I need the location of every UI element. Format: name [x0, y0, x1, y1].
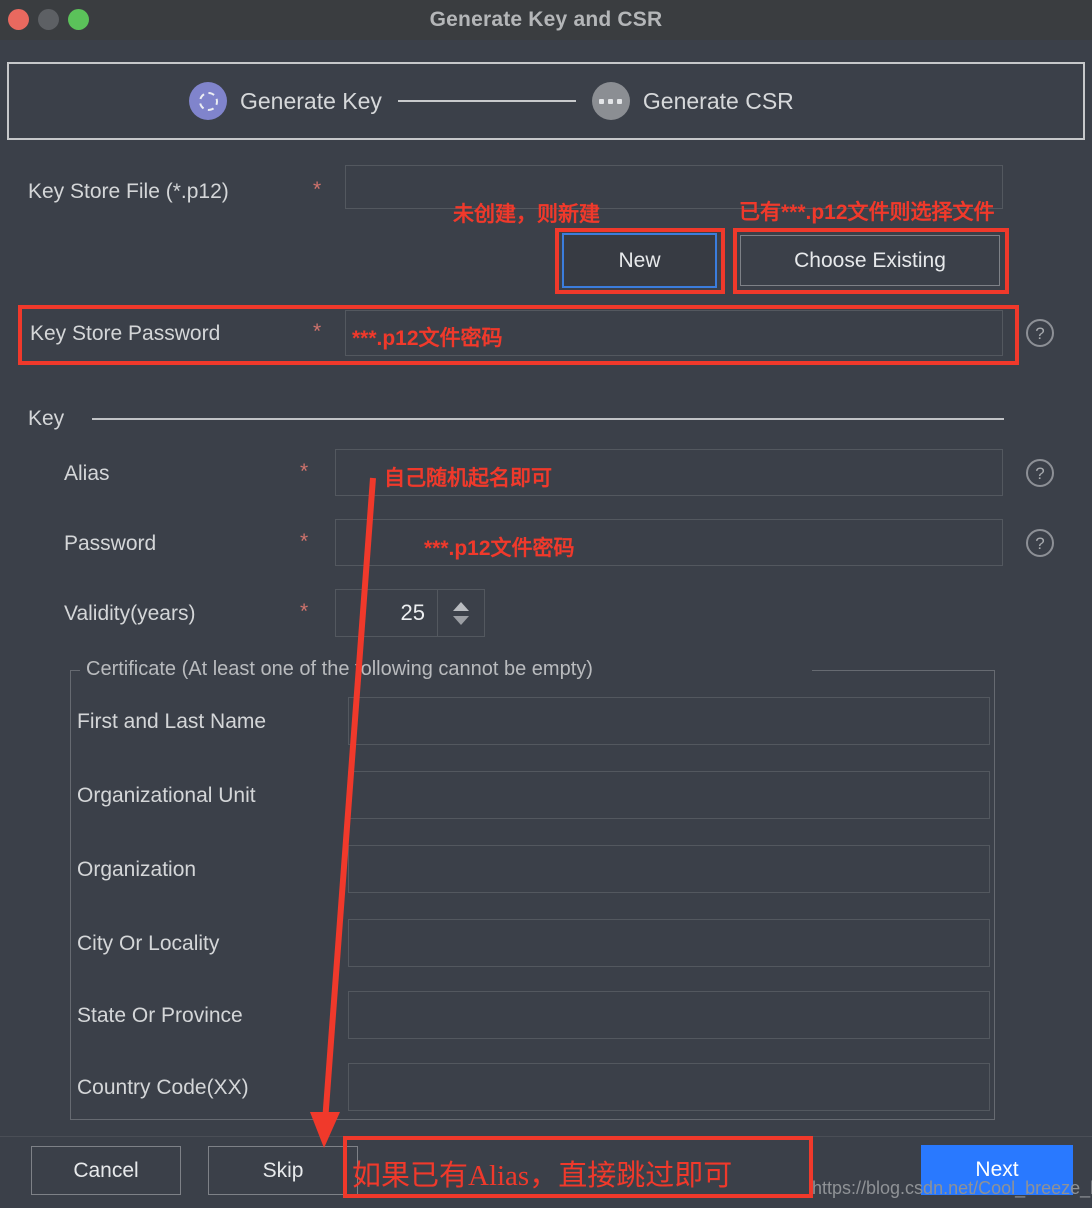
- city-or-locality-label: City Or Locality: [77, 932, 220, 955]
- organization-input[interactable]: [348, 845, 990, 893]
- window-title: Generate Key and CSR: [429, 8, 663, 31]
- watermark-url: https://blog.csdn.net/Cool_breeze_bin: [812, 1178, 1092, 1198]
- step-generate-csr[interactable]: Generate CSR: [591, 82, 794, 120]
- new-button[interactable]: New: [562, 233, 717, 288]
- city-or-locality-input[interactable]: [348, 919, 990, 967]
- generate-key-and-csr-dialog: Generate Key and CSR Generate Key Genera…: [0, 0, 1092, 1208]
- wizard-stepper: Generate Key Generate CSR: [7, 62, 1085, 140]
- first-last-name-input[interactable]: [348, 697, 990, 745]
- validity-required: *: [300, 600, 309, 623]
- state-or-province-label: State Or Province: [77, 1004, 243, 1027]
- ellipsis-icon: [591, 82, 630, 120]
- alias-required: *: [300, 460, 309, 483]
- step-generate-csr-label: Generate CSR: [642, 87, 794, 114]
- annotation-key-store-password-note: ***.p12文件密码: [352, 327, 503, 350]
- spinner-down-icon[interactable]: [453, 615, 469, 625]
- alias-label: Alias: [64, 462, 110, 485]
- validity-label: Validity(years): [64, 602, 196, 625]
- annotation-skip-note: 如果已有Alias，直接跳过即可: [352, 1160, 733, 1192]
- choose-existing-button[interactable]: Choose Existing: [740, 235, 1000, 286]
- key-store-password-help-icon[interactable]: ?: [1026, 319, 1054, 347]
- key-group-separator: [92, 418, 1004, 420]
- annotation-choose-note: 已有***.p12文件则选择文件: [739, 201, 995, 224]
- country-code-input[interactable]: [348, 1063, 990, 1111]
- key-password-label: Password: [64, 532, 157, 555]
- organizational-unit-label: Organizational Unit: [77, 784, 256, 807]
- alias-help-icon[interactable]: ?: [1026, 459, 1054, 487]
- stepper-connector: [397, 100, 576, 102]
- validity-spinner-buttons[interactable]: [437, 590, 484, 636]
- annotation-alias-note: 自己随机起名即可: [384, 467, 552, 490]
- step-generate-key-label: Generate Key: [240, 87, 382, 114]
- first-last-name-label: First and Last Name: [77, 710, 267, 733]
- state-or-province-input[interactable]: [348, 991, 990, 1039]
- key-store-password-required: *: [313, 320, 322, 343]
- skip-button[interactable]: Skip: [208, 1146, 358, 1195]
- annotation-new-note: 未创建，则新建: [453, 203, 600, 226]
- validity-stepper[interactable]: 25: [335, 589, 485, 637]
- dashed-circle-icon: [189, 82, 227, 120]
- annotation-password-note: ***.p12文件密码: [424, 537, 575, 560]
- key-store-password-label: Key Store Password: [30, 322, 221, 345]
- key-password-required: *: [300, 530, 309, 553]
- step-generate-key[interactable]: Generate Key: [189, 82, 382, 120]
- key-store-file-label: Key Store File (*.p12): [28, 180, 229, 203]
- country-code-label: Country Code(XX): [77, 1076, 249, 1099]
- validity-value[interactable]: 25: [336, 590, 437, 636]
- spinner-up-icon[interactable]: [453, 601, 469, 611]
- window-titlebar: Generate Key and CSR: [0, 0, 1092, 40]
- key-password-help-icon[interactable]: ?: [1026, 529, 1054, 557]
- key-group-title: Key: [28, 407, 65, 430]
- key-store-file-required: *: [313, 178, 322, 201]
- certificate-legend: Certificate (At least one of the followi…: [80, 658, 599, 681]
- cancel-button[interactable]: Cancel: [31, 1146, 181, 1195]
- organizational-unit-input[interactable]: [348, 771, 990, 819]
- organization-label: Organization: [77, 858, 197, 881]
